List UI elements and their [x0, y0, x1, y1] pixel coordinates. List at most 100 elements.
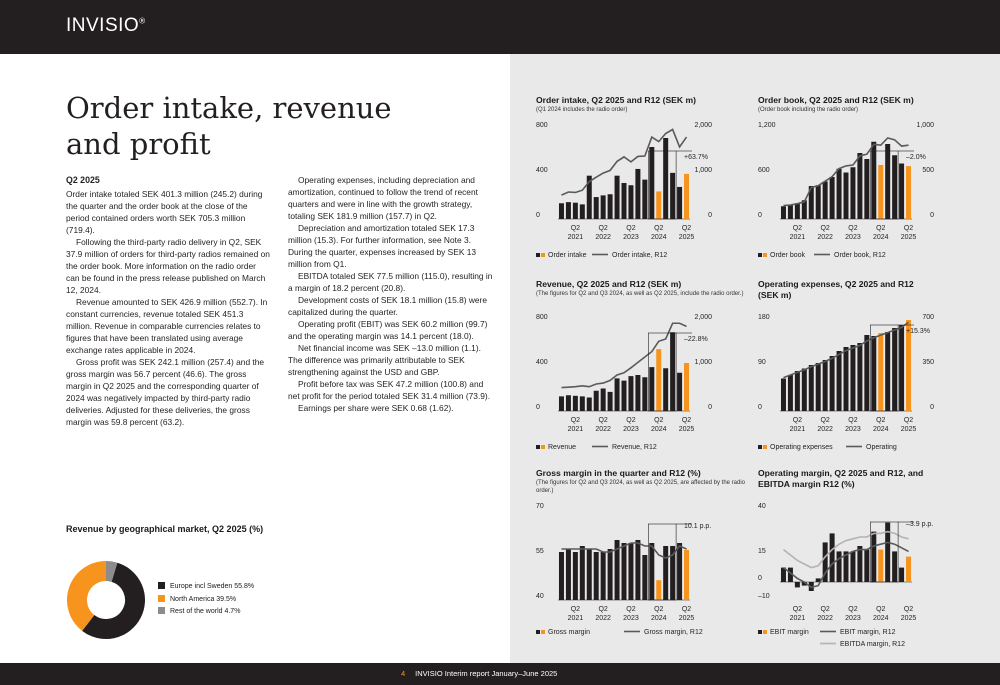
bar	[787, 204, 793, 219]
geo-chart-title: Revenue by geographical market, Q2 2025 …	[66, 524, 264, 534]
y2-tick-label: 1,000	[916, 122, 934, 129]
paragraph: Operating expenses, including depreciati…	[288, 175, 478, 221]
bar	[871, 336, 877, 411]
y-tick-label: 1,200	[758, 122, 776, 129]
x-tick-label: Q2	[571, 417, 580, 424]
y2-tick-label: 0	[708, 212, 712, 219]
text-column-1: Q2 2025 Order intake totaled SEK 401.3 m…	[66, 174, 271, 428]
legend-swatch	[758, 253, 762, 257]
x-tick-label: Q2	[598, 225, 607, 232]
bar	[600, 552, 606, 600]
bar	[906, 166, 912, 219]
bar	[684, 549, 690, 600]
x-tick-label: Q2	[876, 606, 885, 613]
paragraph: Order intake totaled SEK 401.3 million (…	[66, 189, 263, 235]
change-annotation: –2.0%	[906, 154, 926, 161]
bar	[649, 147, 655, 219]
x-tick-label: 2025	[901, 615, 917, 622]
bar	[572, 395, 578, 411]
y2-tick-label: 700	[922, 314, 934, 321]
x-tick-label: 2025	[679, 615, 695, 622]
chart-subtitle: (The figures for Q2 and Q3 2024, as well…	[536, 480, 746, 494]
bar	[684, 173, 690, 219]
bar	[593, 552, 599, 600]
bar	[794, 582, 800, 588]
x-tick-label: 2022	[817, 615, 833, 622]
legend-label: EBIT margin	[770, 629, 809, 636]
legend-swatch	[541, 253, 545, 257]
bar	[864, 549, 870, 582]
bar	[670, 332, 676, 411]
bar	[593, 197, 599, 219]
bar	[885, 332, 891, 411]
x-tick-label: Q2	[904, 225, 913, 232]
bar	[642, 555, 648, 600]
y-tick-label: 90	[758, 359, 766, 366]
bar	[857, 153, 863, 219]
donut-slice	[67, 561, 107, 631]
y-tick-label: 0	[758, 212, 762, 219]
top-bar: INVISIO®	[0, 0, 1000, 54]
bar	[864, 335, 870, 411]
bar	[614, 378, 620, 411]
geo-donut-chart	[67, 561, 145, 639]
bar	[836, 168, 842, 219]
bar	[822, 181, 828, 219]
bar	[677, 186, 683, 219]
x-tick-label: 2023	[845, 426, 861, 433]
y2-tick-label: 0	[930, 212, 934, 219]
y-tick-label: 15	[758, 548, 766, 555]
y-tick-label: 0	[536, 404, 540, 411]
y-tick-label: 800	[536, 314, 548, 321]
bar	[808, 365, 814, 411]
x-tick-label: Q2	[626, 225, 635, 232]
x-tick-label: Q2	[682, 417, 691, 424]
legend-label: Order book	[770, 252, 806, 259]
revenue-chart: Revenue, Q2 2025 and R12 (SEK m) (The fi…	[536, 279, 756, 451]
bar	[850, 167, 856, 219]
bar	[635, 540, 641, 600]
order-intake-chart: Order intake, Q2 2025 and R12 (SEK m) (Q…	[536, 95, 756, 259]
y-tick-label: –10	[758, 593, 770, 600]
legend-label: Order intake	[548, 252, 587, 259]
y-tick-label: 180	[758, 314, 770, 321]
x-tick-label: 2023	[845, 615, 861, 622]
bar	[899, 325, 905, 411]
bar	[780, 206, 786, 219]
section-heading: Q2 2025	[66, 175, 100, 185]
x-tick-label: Q2	[793, 606, 802, 613]
bar	[649, 367, 655, 411]
bar	[621, 380, 627, 411]
y2-tick-label: 500	[922, 167, 934, 174]
chart-title: Gross margin in the quarter and R12 (%)	[536, 468, 701, 478]
bar	[878, 549, 884, 582]
bar	[565, 395, 571, 411]
x-tick-label: Q2	[654, 417, 663, 424]
x-tick-label: Q2	[571, 225, 580, 232]
bar	[656, 349, 662, 411]
bar	[857, 546, 863, 582]
bar	[628, 376, 634, 411]
x-tick-label: Q2	[820, 225, 829, 232]
legend-swatch	[763, 253, 767, 257]
legend-label: Order intake, R12	[612, 252, 667, 259]
legend-swatch	[758, 630, 762, 634]
chart-title: Order book, Q2 2025 and R12 (SEK m)	[758, 95, 914, 105]
legend-swatch	[758, 445, 762, 449]
x-tick-label: Q2	[598, 417, 607, 424]
x-tick-label: Q2	[654, 225, 663, 232]
legend-label: Revenue, R12	[612, 444, 657, 451]
x-tick-label: Q2	[876, 225, 885, 232]
bar	[607, 391, 613, 411]
chart-subtitle: (Order book including the radio order)	[758, 107, 859, 113]
bar	[794, 203, 800, 219]
y-tick-label: 0	[758, 404, 762, 411]
legend-swatch	[536, 445, 540, 449]
gross-margin-plot: 40 55 70 10.1 p.p. Q2 2021 Q2 2022 Q2 2023 Q2 2024 Q…	[536, 503, 711, 636]
brand-logo: INVISIO®	[66, 15, 146, 36]
footer: 4 INVISIO Interim report January–June 202…	[0, 663, 1000, 685]
page-number: 4	[401, 669, 406, 678]
change-annotation: –3.9 p.p.	[906, 521, 933, 528]
bar	[628, 543, 634, 600]
bar	[829, 533, 835, 582]
